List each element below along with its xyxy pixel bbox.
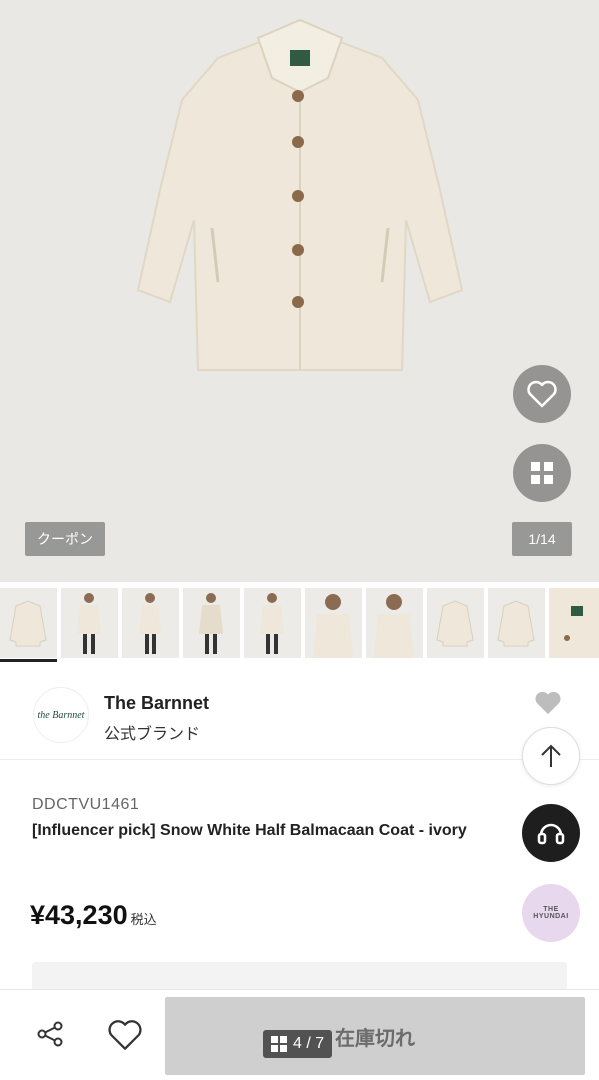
product-main-image[interactable]: クーポン 1/14 bbox=[0, 0, 599, 582]
thumbnail[interactable] bbox=[0, 588, 57, 658]
page-indicator: 4 / 7 bbox=[263, 1030, 333, 1058]
arrow-up-icon bbox=[541, 744, 561, 767]
customer-support-button[interactable] bbox=[522, 804, 580, 862]
thumbnail[interactable] bbox=[488, 588, 545, 658]
thumbnail[interactable] bbox=[427, 588, 484, 658]
heart-icon bbox=[535, 691, 561, 715]
wishlist-button[interactable] bbox=[107, 1019, 143, 1056]
heart-outline-icon bbox=[108, 1020, 142, 1050]
product-price: ¥43,230 税込 bbox=[30, 900, 157, 931]
brand-row[interactable]: the Barnnet The Barnnet 公式ブランド bbox=[0, 676, 599, 760]
thumbnail[interactable] bbox=[549, 588, 599, 658]
image-counter: 1/14 bbox=[512, 522, 572, 556]
product-sku: DDCTVU1461 bbox=[32, 796, 140, 813]
thumbnail[interactable] bbox=[366, 588, 423, 658]
thumbnail[interactable] bbox=[305, 588, 362, 658]
hyundai-badge-button[interactable]: THE HYUNDAI bbox=[522, 884, 580, 942]
scroll-top-button[interactable] bbox=[522, 727, 580, 785]
gallery-grid-button[interactable] bbox=[513, 444, 571, 502]
favorite-button[interactable] bbox=[513, 365, 571, 423]
share-icon bbox=[37, 1021, 63, 1047]
coupon-badge[interactable]: クーポン bbox=[25, 522, 105, 556]
thumbnail-strip[interactable] bbox=[0, 582, 599, 664]
thumbnail[interactable] bbox=[122, 588, 179, 658]
brand-official-label: 公式ブランド bbox=[104, 726, 201, 743]
heart-icon bbox=[527, 380, 557, 408]
price-value: ¥43,230 bbox=[30, 900, 128, 930]
thumbnail[interactable] bbox=[244, 588, 301, 658]
brand-favorite-button[interactable] bbox=[533, 690, 563, 721]
thumbnail[interactable] bbox=[61, 588, 118, 658]
hyundai-label: HYUNDAI bbox=[533, 913, 569, 920]
thumbnail[interactable] bbox=[183, 588, 240, 658]
tax-label: 税込 bbox=[130, 912, 157, 927]
product-title: [Influencer pick] Snow White Half Balmac… bbox=[32, 822, 467, 839]
pages-icon bbox=[271, 1036, 287, 1052]
sold-out-button[interactable]: 在庫切れ bbox=[165, 997, 585, 1075]
brand-name[interactable]: The Barnnet bbox=[104, 693, 209, 714]
coat-image bbox=[136, 18, 464, 371]
brand-logo[interactable]: the Barnnet bbox=[33, 687, 89, 743]
headset-icon bbox=[537, 823, 565, 845]
page-indicator-text: 4 / 7 bbox=[293, 1035, 325, 1052]
grid-icon bbox=[531, 462, 553, 484]
share-button[interactable] bbox=[36, 1020, 64, 1053]
thumbnail-active-indicator bbox=[0, 659, 57, 662]
hyundai-label-top: THE bbox=[543, 906, 559, 913]
